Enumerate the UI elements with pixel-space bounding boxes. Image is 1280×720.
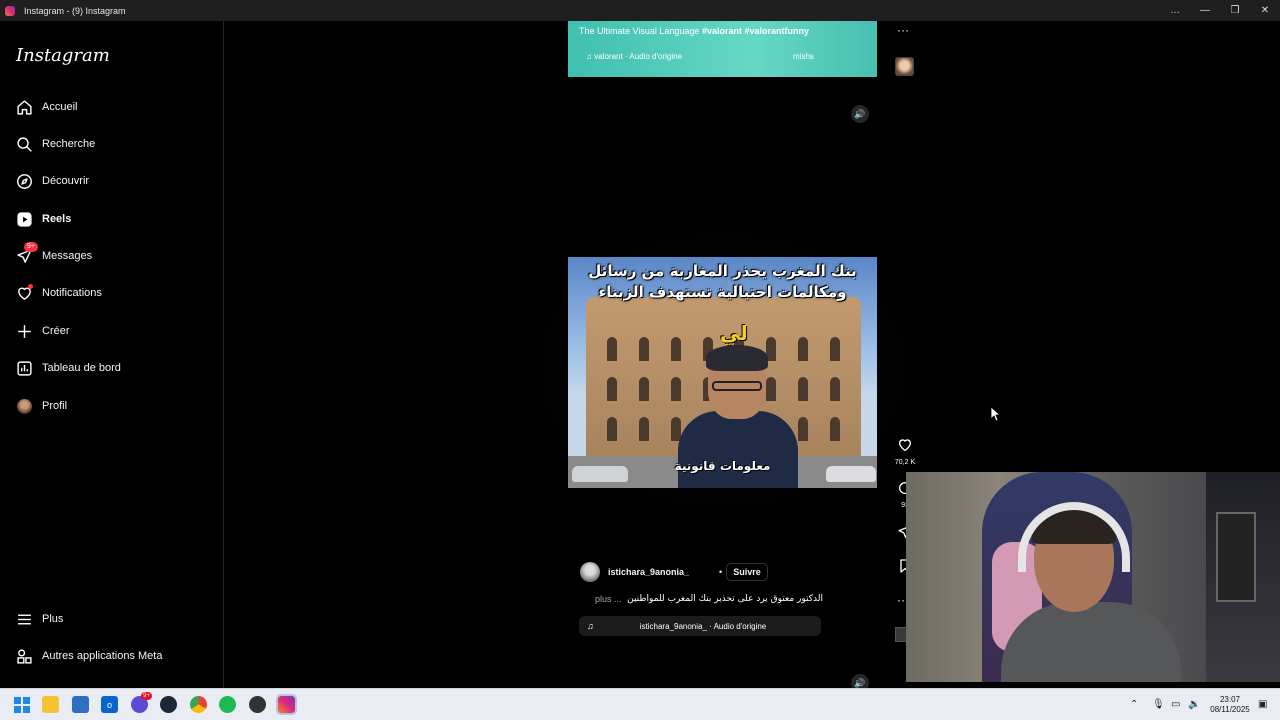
sidebar-item-label: Accueil [42,101,78,113]
taskbar-badge: 9+ [141,692,152,700]
file-explorer-icon[interactable] [42,696,59,713]
author-username[interactable]: istichara_9anonia_ [608,567,689,577]
sidebar-item-label: Reels [42,213,72,225]
sidebar-item-profil[interactable]: Profil [14,391,214,421]
previous-reel-card[interactable]: The Ultimate Visual Language #valorant #… [568,21,877,77]
notification-center-icon[interactable]: ▣ [1258,699,1267,710]
sidebar-item-label: Notifications [42,287,102,299]
store-icon[interactable] [72,696,89,713]
home-icon [14,97,34,117]
webcam-overlay [906,472,1280,682]
like-button[interactable]: 70,2 K [892,437,918,466]
outlook-icon[interactable]: o [101,696,118,713]
notification-dot [28,284,33,289]
windows-taskbar: o 9+ ⌃ 🎙 ▭ 🔉 23:07 08/11/2025 ▣ [0,688,1280,720]
sidebar-item-label: Découvrir [42,175,90,187]
sidebar-item-label: Autres applications Meta [42,650,163,662]
reel-audio-pill[interactable]: ♫ istichara_9anonia_ · Audio d'origine [579,616,821,636]
steam-icon[interactable] [160,696,177,713]
follow-button[interactable]: Suivre [726,563,768,581]
separator: • [719,567,723,577]
sidebar-item-creer[interactable]: Créer [14,316,214,346]
sidebar-item-label: Recherche [42,138,96,150]
video-overlay-word: لي [720,321,748,345]
instagram-taskbar-icon[interactable] [276,694,297,715]
windows-start-icon[interactable] [13,696,30,713]
messages-badge: 9+ [24,242,38,252]
sidebar-item-meta-apps[interactable]: Autres applications Meta [14,641,214,671]
reels-icon [14,209,34,229]
restore-button[interactable]: ❐ [1220,0,1250,21]
messenger-icon: 9+ [14,242,38,266]
meta-apps-icon [14,646,34,666]
window-title: Instagram - (9) Instagram [24,5,126,16]
plus-icon [14,321,34,341]
reel-caption: plus ... الدكتور معتوق يرد على تحذير بنك… [595,594,823,604]
previous-reel-audio-thumbnail[interactable] [895,57,914,76]
clock-date: 08/11/2025 [1210,705,1250,714]
sidebar-item-messages[interactable]: 9+ Messages [14,241,214,271]
speaker-icon[interactable]: 🔉 [1188,699,1200,710]
video-subtitle: معلومات قانونية [674,459,771,473]
sidebar: Instagram Accueil Recherche Découvrir Re… [0,21,224,688]
previous-reel-title: The Ultimate Visual Language #valorant #… [579,26,809,36]
previous-reel-audio[interactable]: ♫ valorant · Audio d'origine [586,52,682,61]
sidebar-item-label: Plus [42,613,64,625]
avatar[interactable] [580,562,600,582]
network-icon[interactable]: ▭ [1171,699,1180,710]
instagram-app-icon [5,5,15,16]
avatar [14,396,34,416]
reel-video[interactable]: بنك المغرب يحذر المغاربة من رسائل ومكالم… [568,257,877,488]
menu-icon [14,609,34,629]
messenger-app-icon[interactable]: 9+ [131,692,152,713]
clock-time: 23:07 [1219,695,1241,704]
chrome-icon[interactable] [190,696,207,713]
heart-icon [14,283,34,303]
heart-icon [892,437,918,458]
previous-reel-author[interactable]: mishs [793,52,814,61]
chart-icon [14,358,34,378]
obs-icon[interactable] [249,696,266,713]
video-headline: بنك المغرب يحذر المغاربة من رسائل ومكالم… [588,262,857,301]
sidebar-item-label: Tableau de bord [42,362,121,374]
caption-text: الدكتور معتوق يرد على تحذير بنك المغرب ل… [627,594,823,604]
sidebar-item-plus[interactable]: Plus [14,604,214,634]
sidebar-item-label: Messages [42,250,93,262]
instagram-logo[interactable]: Instagram [16,45,110,66]
minimize-button[interactable]: — [1190,0,1220,21]
caption-more-link[interactable]: plus ... [595,594,622,604]
sidebar-item-reels[interactable]: Reels [14,204,214,234]
sidebar-item-notifications[interactable]: Notifications [14,278,214,308]
sidebar-item-recherche[interactable]: Recherche [14,129,214,159]
sidebar-item-accueil[interactable]: Accueil [14,92,214,122]
window-more-button[interactable]: … [1160,0,1190,21]
taskbar-clock[interactable]: 23:07 08/11/2025 [1206,695,1254,715]
chevron-up-icon[interactable]: ⌃ [1130,699,1138,710]
sidebar-item-tableau-de-bord[interactable]: Tableau de bord [14,353,214,383]
like-count: 70,2 K [894,459,916,466]
microphone-icon[interactable]: 🎙 [1152,699,1165,710]
audio-label: istichara_9anonia_ · Audio d'origine [639,621,767,631]
more-options-icon[interactable]: ··· [897,23,909,37]
search-icon [14,134,34,154]
close-button[interactable]: ✕ [1250,0,1280,21]
volume-icon[interactable]: 🔊 [851,105,869,123]
sidebar-item-label: Créer [42,325,70,337]
window-titlebar: Instagram - (9) Instagram … — ❐ ✕ [0,0,1280,21]
sidebar-item-decouvrir[interactable]: Découvrir [14,166,214,196]
spotify-icon[interactable] [219,696,236,713]
reel-author-row: istichara_9anonia_ • Suivre [580,562,768,582]
sidebar-item-label: Profil [42,400,68,412]
mouse-cursor [990,406,1002,426]
music-note-icon: ♫ [587,621,594,631]
compass-icon [14,171,34,191]
